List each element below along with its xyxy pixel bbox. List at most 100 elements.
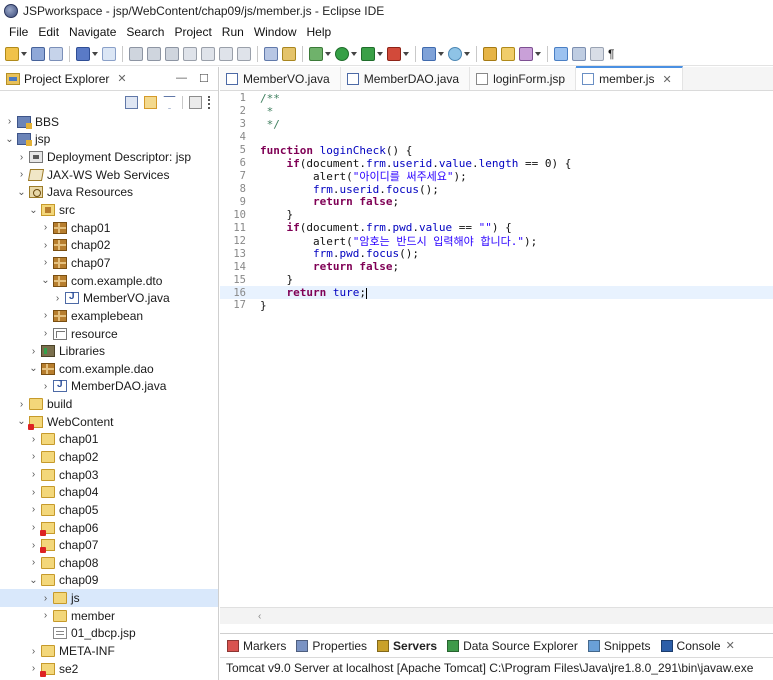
collapse-all-icon[interactable]	[125, 95, 138, 109]
code-editor[interactable]: 1/** 2 * 3 */4 5 function loginCheck() {6 if…	[220, 92, 773, 607]
run-dropdown-icon[interactable]	[351, 47, 357, 61]
tree-item[interactable]: › Deployment Descriptor: jsp	[0, 148, 218, 166]
tree-item[interactable]: › chap06	[0, 519, 218, 537]
scroll-left-icon[interactable]: ‹	[258, 611, 261, 622]
link-with-editor-icon[interactable]	[144, 95, 157, 109]
close-icon[interactable]: ✕	[662, 73, 671, 86]
terminal-dropdown-icon[interactable]	[92, 47, 98, 61]
chevron-right-icon[interactable]: ›	[40, 328, 51, 339]
tree-item[interactable]: ⌄ jsp	[0, 131, 218, 149]
minimize-icon[interactable]: —	[176, 72, 187, 84]
code-line[interactable]: 2 *	[220, 105, 773, 118]
tree-item[interactable]: ⌄ com.example.dao	[0, 360, 218, 378]
chevron-right-icon[interactable]: ›	[28, 540, 39, 551]
tree-item[interactable]: › chap01	[0, 219, 218, 237]
tree-item[interactable]: › chap07	[0, 536, 218, 554]
chevron-right-icon[interactable]: ›	[28, 451, 39, 462]
chevron-right-icon[interactable]: ›	[52, 293, 63, 304]
tree-item[interactable]: › JAX-WS Web Services	[0, 166, 218, 184]
chevron-down-icon[interactable]: ⌄	[28, 363, 39, 374]
code-line[interactable]: 4	[220, 131, 773, 144]
panel-tab[interactable]: Data Source Explorer	[442, 639, 583, 653]
tree-item[interactable]: › js	[0, 589, 218, 607]
resume-icon[interactable]	[129, 46, 143, 61]
chevron-right-icon[interactable]: ›	[28, 487, 39, 498]
code-text[interactable]: frm.userid.focus();	[250, 183, 439, 196]
menu-file[interactable]: File	[4, 25, 33, 39]
code-line[interactable]: 5 function loginCheck() {	[220, 144, 773, 157]
code-text[interactable]: }	[250, 208, 293, 221]
disconnect-icon[interactable]	[183, 46, 197, 61]
code-text[interactable]: return false;	[250, 260, 399, 273]
panel-tab[interactable]: Snippets	[583, 639, 656, 653]
tree-item[interactable]: › member	[0, 607, 218, 625]
tree-item[interactable]: › chap02	[0, 448, 218, 466]
panel-tab[interactable]: Console ✕	[656, 639, 740, 653]
chevron-right-icon[interactable]: ›	[28, 522, 39, 533]
terminate-icon[interactable]	[165, 46, 179, 61]
code-line[interactable]: 16 return ture;	[220, 286, 773, 299]
chevron-right-icon[interactable]: ›	[16, 152, 27, 163]
save-all-icon[interactable]	[49, 46, 63, 61]
code-line[interactable]: 14 return false;	[220, 260, 773, 273]
toggle-mark-icon[interactable]	[572, 46, 586, 61]
code-line[interactable]: 10 }	[220, 208, 773, 221]
new-class-dropdown-icon[interactable]	[464, 47, 470, 61]
skip-breakpoints-icon[interactable]	[282, 46, 296, 61]
server-icon[interactable]	[309, 46, 323, 61]
pin-dropdown-icon[interactable]	[535, 47, 541, 61]
chevron-right-icon[interactable]: ›	[40, 381, 51, 392]
menu-search[interactable]: Search	[121, 25, 169, 39]
open-type-icon[interactable]	[102, 46, 116, 61]
open-package-icon[interactable]	[483, 46, 497, 61]
menu-edit[interactable]: Edit	[33, 25, 64, 39]
chevron-right-icon[interactable]: ›	[28, 504, 39, 515]
server-dropdown-icon[interactable]	[325, 47, 331, 61]
tree-item[interactable]: › chap07	[0, 254, 218, 272]
tree-item[interactable]: › MemberDAO.java	[0, 378, 218, 396]
chevron-right-icon[interactable]: ›	[40, 240, 51, 251]
outline-icon[interactable]	[264, 46, 278, 61]
tree-item[interactable]: › chap08	[0, 554, 218, 572]
tree-item[interactable]: ⌄ com.example.dto	[0, 272, 218, 290]
chevron-down-icon[interactable]: ⌄	[28, 205, 39, 216]
chevron-right-icon[interactable]: ›	[28, 469, 39, 480]
code-text[interactable]: }	[250, 273, 293, 286]
new-icon[interactable]	[5, 46, 19, 61]
code-text[interactable]: function loginCheck() {	[250, 144, 412, 157]
editor-tab[interactable]: loginForm.jsp	[470, 67, 577, 90]
menu-navigate[interactable]: Navigate	[64, 25, 121, 39]
tree-item[interactable]: ⌄ WebContent	[0, 413, 218, 431]
close-icon[interactable]: ✕	[726, 639, 735, 652]
code-line[interactable]: 7 alert("아이디를 써주세요");	[220, 170, 773, 183]
chevron-right-icon[interactable]: ›	[28, 434, 39, 445]
new-dropdown-icon[interactable]	[21, 47, 27, 61]
save-icon[interactable]	[31, 46, 45, 61]
menu-project[interactable]: Project	[169, 25, 216, 39]
highlight-icon[interactable]	[554, 46, 568, 61]
chevron-down-icon[interactable]: ⌄	[16, 187, 27, 198]
run-icon[interactable]	[335, 46, 349, 61]
tree-item[interactable]: › chap03	[0, 466, 218, 484]
code-text[interactable]: return ture;	[250, 286, 367, 299]
code-text[interactable]: /**	[250, 92, 280, 105]
tree-item[interactable]: › MemberVO.java	[0, 289, 218, 307]
maximize-icon[interactable]: ☐	[199, 72, 209, 85]
tree-item[interactable]: › resource	[0, 325, 218, 343]
chevron-right-icon[interactable]: ›	[40, 310, 51, 321]
panel-tab[interactable]: Servers	[372, 639, 442, 653]
close-icon[interactable]: ✕	[117, 72, 126, 85]
editor-tab[interactable]: MemberDAO.java	[340, 67, 471, 90]
editor-tab[interactable]: member.js ✕	[576, 66, 683, 90]
code-line[interactable]: 8 frm.userid.focus();	[220, 183, 773, 196]
pilcrow-icon[interactable]: ¶	[608, 47, 616, 61]
new-class-icon[interactable]	[448, 46, 462, 61]
code-line[interactable]: 13 frm.pwd.focus();	[220, 247, 773, 260]
panel-tab[interactable]: Properties	[291, 639, 372, 653]
tree-item[interactable]: › build	[0, 395, 218, 413]
view-menu-icon[interactable]	[208, 95, 212, 109]
code-line[interactable]: 3 */	[220, 118, 773, 131]
tree-item[interactable]: › chap02	[0, 236, 218, 254]
menu-window[interactable]: Window	[249, 25, 302, 39]
tree-item[interactable]: ⌄ Java Resources	[0, 184, 218, 202]
